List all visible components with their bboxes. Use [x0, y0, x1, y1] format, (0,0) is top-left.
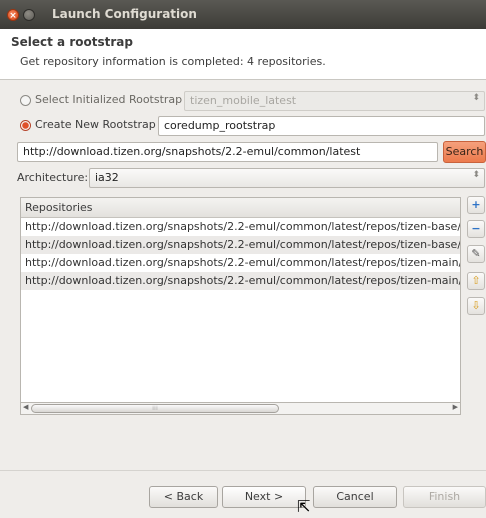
- scroll-right-icon[interactable]: ▶: [453, 403, 458, 411]
- minimize-window-icon[interactable]: [23, 9, 35, 21]
- repositories-table[interactable]: Repositories http://download.tizen.org/s…: [20, 197, 461, 415]
- create-new-radio[interactable]: [20, 120, 31, 131]
- updown-arrow-icon: ⬍: [472, 93, 480, 103]
- pencil-icon: ✎: [471, 247, 481, 260]
- edit-repository-button[interactable]: ✎: [467, 245, 485, 263]
- title-bar: × Launch Configuration: [0, 0, 486, 29]
- add-icon: +: [471, 198, 481, 211]
- scroll-left-icon[interactable]: ◀: [23, 403, 28, 411]
- search-button[interactable]: Search: [443, 141, 486, 163]
- divider: [0, 470, 486, 471]
- select-initialized-radio[interactable]: [20, 95, 31, 106]
- back-button[interactable]: < Back: [149, 486, 218, 508]
- window-title: Launch Configuration: [52, 7, 197, 21]
- wizard-title: Select a rootstrap: [11, 35, 133, 49]
- table-row[interactable]: http://download.tizen.org/snapshots/2.2-…: [21, 218, 460, 236]
- architecture-label: Architecture:: [17, 171, 89, 184]
- select-initialized-label: Select Initialized Rootstrap: [35, 93, 183, 106]
- next-button[interactable]: Next >: [222, 486, 306, 508]
- table-row[interactable]: http://download.tizen.org/snapshots/2.2-…: [21, 236, 460, 254]
- move-down-button[interactable]: ⇩: [467, 297, 485, 315]
- table-row[interactable]: http://download.tizen.org/snapshots/2.2-…: [21, 272, 460, 290]
- table-row[interactable]: http://download.tizen.org/snapshots/2.2-…: [21, 254, 460, 272]
- remove-repository-button[interactable]: −: [467, 220, 485, 238]
- updown-arrow-icon: ⬍: [472, 170, 480, 180]
- remove-icon: −: [471, 222, 481, 235]
- initialized-rootstrap-select: tizen_mobile_latest ⬍: [184, 91, 485, 111]
- up-arrow-icon: ⇧: [471, 274, 481, 287]
- repository-url-input[interactable]: http://download.tizen.org/snapshots/2.2-…: [17, 142, 438, 162]
- add-repository-button[interactable]: +: [467, 196, 485, 214]
- wizard-header: Select a rootstrap Get repository inform…: [0, 29, 486, 80]
- mouse-pointer-icon: ⇱: [297, 497, 311, 516]
- architecture-select[interactable]: ia32 ⬍: [89, 168, 485, 188]
- create-new-label: Create New Rootstrap: [35, 118, 156, 131]
- initialized-rootstrap-value: tizen_mobile_latest: [190, 94, 297, 107]
- close-window-icon[interactable]: ×: [7, 9, 19, 21]
- cancel-button[interactable]: Cancel: [313, 486, 397, 508]
- horizontal-scrollbar[interactable]: ◀ ⁞⁞⁞ ▶: [20, 402, 461, 415]
- new-rootstrap-name-input[interactable]: coredump_rootstrap: [158, 116, 485, 136]
- repositories-column-header[interactable]: Repositories: [21, 198, 460, 218]
- finish-button: Finish: [403, 486, 486, 508]
- move-up-button[interactable]: ⇧: [467, 272, 485, 290]
- scrollbar-thumb[interactable]: ⁞⁞⁞: [31, 404, 279, 413]
- architecture-value: ia32: [95, 171, 119, 184]
- wizard-message: Get repository information is completed:…: [20, 55, 326, 68]
- down-arrow-icon: ⇩: [471, 299, 481, 312]
